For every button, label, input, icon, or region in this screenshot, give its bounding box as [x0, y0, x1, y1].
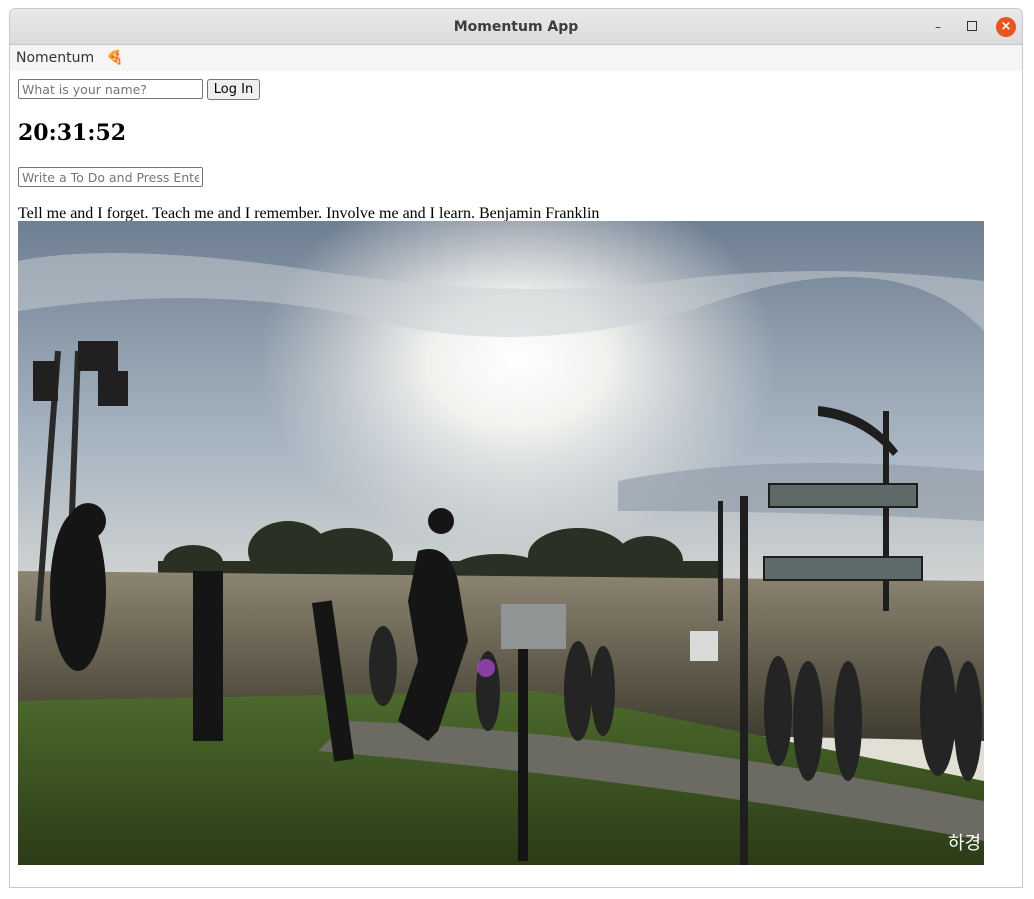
window-title: Momentum App — [453, 19, 579, 35]
todo-input[interactable] — [18, 167, 203, 187]
quote-author: Benjamin Franklin — [478, 205, 600, 222]
minimize-button[interactable]: – — [928, 17, 948, 37]
name-input[interactable] — [18, 79, 203, 99]
close-icon: × — [1000, 19, 1012, 34]
quote-text: Tell me and I forget. Teach me and I rem… — [18, 205, 475, 222]
pizza-icon: 🍕 — [106, 50, 124, 66]
photo-watermark: 하경 — [948, 833, 981, 854]
login-button[interactable]: Log In — [207, 79, 260, 100]
maximize-icon — [967, 21, 977, 31]
background-image: 하경 — [18, 221, 984, 865]
title-bar[interactable]: Momentum App – × — [10, 9, 1022, 45]
app-window: Momentum App – × Nomentum 🍕 Log In 20:31… — [9, 8, 1023, 888]
close-button[interactable]: × — [996, 17, 1016, 37]
menu-bar: Nomentum 🍕 — [10, 45, 1022, 71]
maximize-button[interactable] — [962, 17, 982, 37]
app-brand[interactable]: Nomentum — [16, 45, 94, 71]
clock: 20:31:52 — [18, 120, 127, 146]
